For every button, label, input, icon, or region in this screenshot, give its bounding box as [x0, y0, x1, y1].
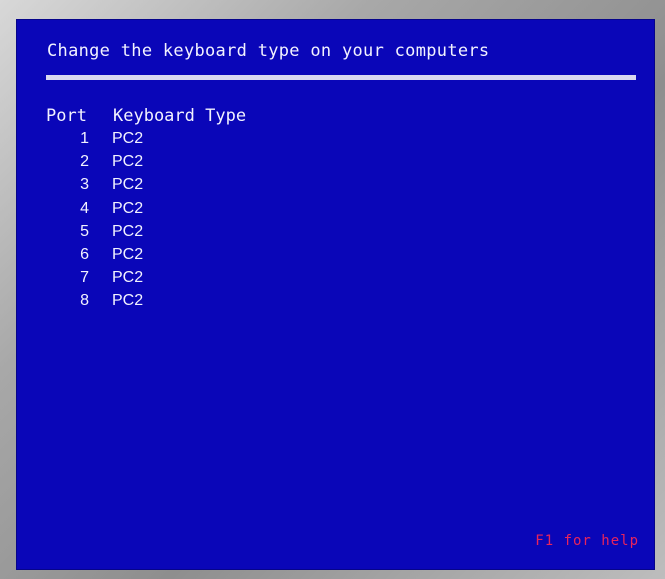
table-row[interactable]: 7 PC2 — [46, 269, 346, 292]
osd-screen: Change the keyboard type on your compute… — [16, 19, 655, 570]
port-number: 7 — [80, 269, 89, 287]
port-keyboard-list: 1 PC2 2 PC2 3 PC2 4 PC2 5 PC2 6 PC2 7 PC… — [46, 130, 346, 316]
page-title: Change the keyboard type on your compute… — [47, 41, 490, 61]
port-number: 6 — [80, 245, 89, 263]
port-number: 4 — [80, 199, 89, 217]
keyboard-type-value[interactable]: PC2 — [112, 292, 143, 310]
title-divider — [46, 75, 636, 80]
keyboard-type-value[interactable]: PC2 — [112, 176, 143, 194]
port-number: 1 — [80, 130, 89, 147]
keyboard-type-value[interactable]: PC2 — [112, 200, 143, 218]
keyboard-type-value[interactable]: PC2 — [112, 153, 143, 171]
table-row[interactable]: 6 PC2 — [46, 246, 346, 269]
keyboard-type-value[interactable]: PC2 — [112, 246, 143, 264]
table-row[interactable]: 1 PC2 — [46, 130, 346, 153]
keyboard-type-value[interactable]: PC2 — [112, 223, 143, 241]
table-row[interactable]: 4 PC2 — [46, 200, 346, 223]
port-number: 5 — [80, 222, 89, 240]
column-header-port: Port — [46, 106, 87, 126]
port-number: 2 — [80, 153, 89, 171]
table-row[interactable]: 5 PC2 — [46, 223, 346, 246]
table-row[interactable]: 2 PC2 — [46, 153, 346, 176]
keyboard-type-value[interactable]: PC2 — [112, 269, 143, 287]
table-row[interactable]: 8 PC2 — [46, 292, 346, 315]
table-row[interactable]: 3 PC2 — [46, 176, 346, 199]
help-hint: F1 for help — [535, 533, 639, 549]
monitor-bezel: Change the keyboard type on your compute… — [0, 0, 665, 579]
keyboard-type-value[interactable]: PC2 — [112, 130, 143, 148]
port-number: 3 — [80, 176, 89, 194]
port-number: 8 — [80, 292, 89, 310]
column-header-keyboard-type: Keyboard Type — [113, 106, 247, 126]
